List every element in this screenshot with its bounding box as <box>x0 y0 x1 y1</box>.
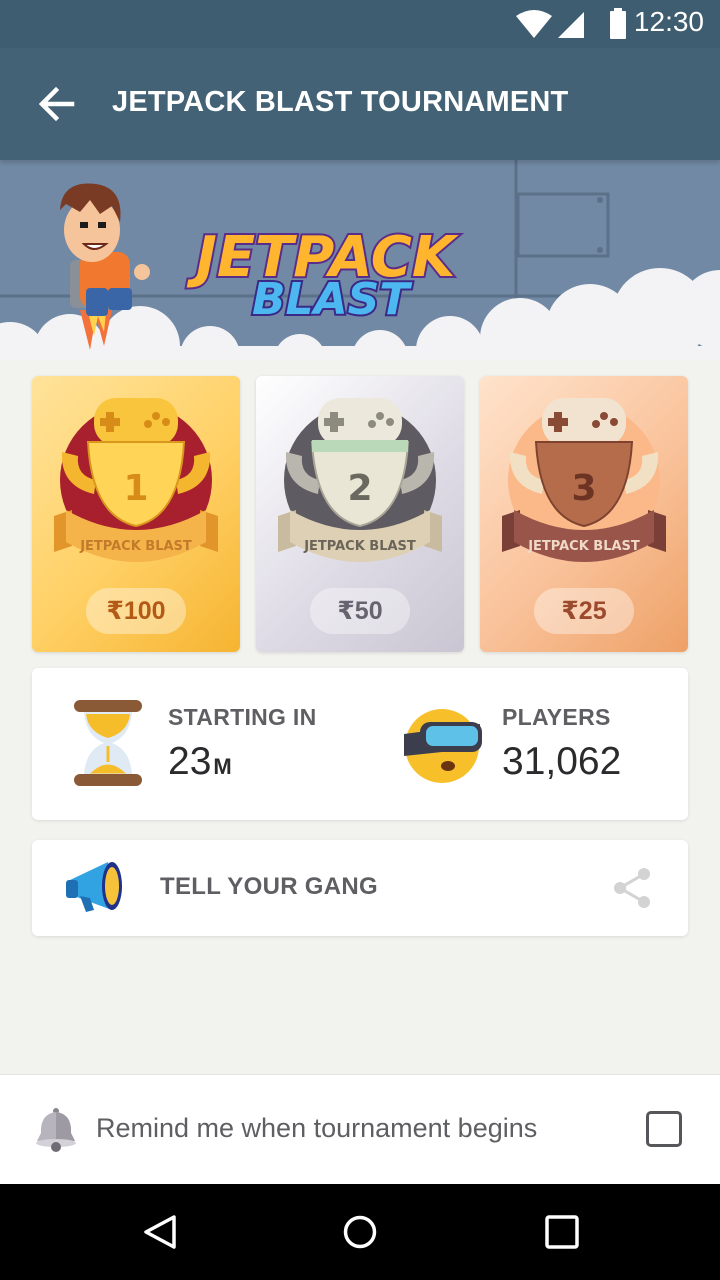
prize-amount: ₹25 <box>534 588 634 634</box>
starting-in-value: 23M <box>168 740 232 784</box>
players-label: PLAYERS <box>502 704 611 730</box>
prize-amount: ₹100 <box>86 588 186 634</box>
svg-text:2: 2 <box>347 468 372 509</box>
prize-amount: ₹50 <box>310 588 410 634</box>
bell-icon <box>36 1108 76 1152</box>
status-icons <box>516 8 626 39</box>
nav-recents-icon[interactable] <box>544 1214 580 1250</box>
system-nav-bar <box>0 1184 720 1280</box>
share-icon[interactable] <box>612 866 652 910</box>
app-bar: JETPACK BLAST TOURNAMENT <box>0 48 720 160</box>
svg-text:JETPACK BLAST: JETPACK BLAST <box>79 539 192 554</box>
signal-icon <box>558 12 584 38</box>
share-label: TELL YOUR GANG <box>160 873 378 900</box>
game-banner: JETPACK BLAST <box>0 160 720 360</box>
battery-icon <box>610 8 626 39</box>
svg-text:3: 3 <box>571 468 596 509</box>
status-bar: 12:30 <box>0 0 720 48</box>
players-value: 31,062 <box>502 740 622 783</box>
starting-in-number: 23 <box>168 740 212 783</box>
svg-text:JETPACK BLAST: JETPACK BLAST <box>303 539 416 554</box>
prize-card-second[interactable]: 2 JETPACK BLAST ₹50 <box>256 376 464 652</box>
prize-card-first[interactable]: 1 JETPACK BLAST ₹100 <box>32 376 240 652</box>
starting-in-unit: M <box>213 754 232 779</box>
page-title: JETPACK BLAST TOURNAMENT <box>112 86 569 118</box>
remind-label: Remind me when tournament begins <box>96 1113 538 1143</box>
trophy-bronze-icon: 3 JETPACK BLAST <box>502 398 666 562</box>
status-time: 12:30 <box>633 6 704 37</box>
remind-checkbox[interactable] <box>646 1111 682 1147</box>
vr-face-icon <box>404 709 482 783</box>
nav-back-icon[interactable] <box>142 1214 178 1250</box>
trophy-gold-icon: 1 JETPACK BLAST <box>54 398 218 562</box>
wifi-icon <box>516 10 552 38</box>
reminder-bar: Remind me when tournament begins <box>0 1074 720 1184</box>
svg-text:JETPACK BLAST: JETPACK BLAST <box>527 539 640 554</box>
arrow-back-icon[interactable] <box>36 84 76 124</box>
hourglass-icon <box>74 700 142 786</box>
prize-card-third[interactable]: 3 JETPACK BLAST ₹25 <box>480 376 688 652</box>
tell-your-gang-button[interactable]: TELL YOUR GANG <box>32 840 688 936</box>
megaphone-icon <box>66 862 122 912</box>
tournament-info-card: STARTING IN 23M PLAYERS 31,062 <box>32 668 688 820</box>
nav-home-icon[interactable] <box>342 1214 378 1250</box>
svg-text:BLAST: BLAST <box>252 274 412 325</box>
trophy-silver-icon: 2 JETPACK BLAST <box>278 398 442 562</box>
svg-text:1: 1 <box>123 468 148 509</box>
banner-art: JETPACK BLAST <box>0 160 720 360</box>
starting-in-label: STARTING IN <box>168 704 317 730</box>
